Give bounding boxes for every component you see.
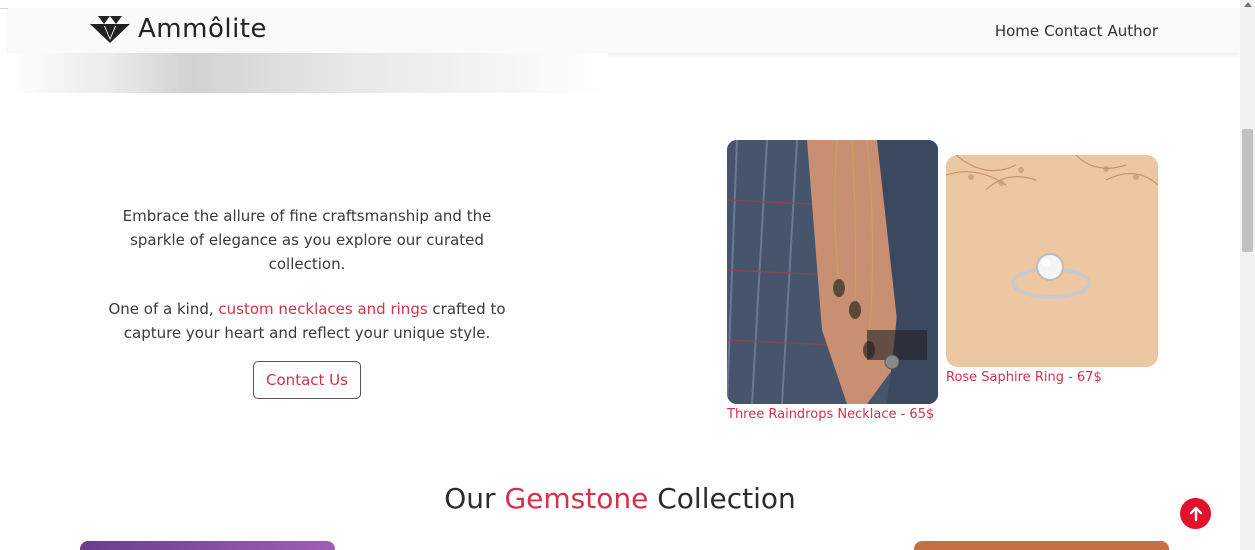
hero-paragraph-2: One of a kind, custom necklaces and ring… (95, 297, 519, 345)
hero-text-segment: One of a kind, (108, 300, 219, 318)
scrollbar-thumb[interactable] (1242, 129, 1253, 252)
brand-logo[interactable]: Ammôlite (88, 14, 267, 44)
contact-us-button[interactable]: Contact Us (253, 361, 361, 399)
header-decoration (8, 53, 608, 93)
scroll-up-arrow-icon[interactable] (1244, 2, 1252, 7)
ring-caption[interactable]: Rose Saphire Ring - 67$ (946, 369, 1158, 387)
brand-name: Ammôlite (138, 14, 267, 44)
product-card-necklace[interactable]: Three Raindrops Necklace - 65$ (727, 140, 938, 424)
ring-image[interactable] (946, 155, 1158, 367)
hero-accent-text: custom necklaces and rings (218, 300, 428, 318)
collection-title-accent: Gemstone (504, 482, 649, 515)
main-nav: Home Contact Author (995, 22, 1158, 40)
diamond-icon (90, 16, 130, 43)
necklace-image[interactable] (727, 140, 938, 404)
collection-heading: Our Gemstone Collection (0, 482, 1240, 515)
ring-photo (946, 155, 1158, 367)
collection-card-amber[interactable] (914, 541, 1169, 550)
arrow-up-icon (1189, 506, 1202, 521)
nav-contact[interactable]: Contact (1044, 22, 1102, 40)
back-to-top-button[interactable] (1180, 498, 1211, 529)
hero-paragraph-1: Embrace the allure of fine craftsmanship… (122, 207, 492, 273)
nav-author[interactable]: Author (1107, 22, 1158, 40)
hero-intro: Embrace the allure of fine craftsmanship… (95, 204, 519, 399)
collection-card-amethyst[interactable] (80, 541, 335, 550)
site-header: Ammôlite Home Contact Author (8, 8, 1240, 53)
necklace-photo (727, 140, 938, 404)
nav-home[interactable]: Home (995, 22, 1039, 40)
necklace-caption[interactable]: Three Raindrops Necklace - 65$ (727, 406, 938, 424)
collection-title-segment: Collection (648, 482, 796, 515)
vertical-scrollbar[interactable] (1240, 0, 1255, 550)
product-card-ring[interactable]: Rose Saphire Ring - 67$ (946, 155, 1158, 387)
collection-title-segment: Our (444, 482, 505, 515)
